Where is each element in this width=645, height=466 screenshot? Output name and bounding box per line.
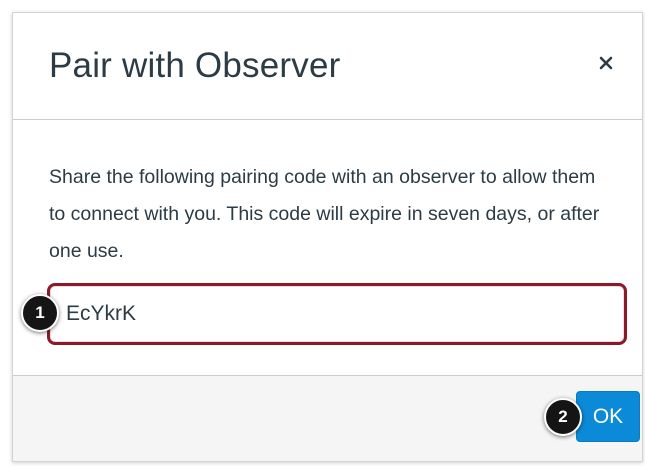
dialog-header: Pair with Observer xyxy=(13,13,642,120)
close-button[interactable] xyxy=(590,47,622,79)
close-icon xyxy=(599,56,613,70)
dialog-body: Share the following pairing code with an… xyxy=(13,120,642,378)
pairing-code-description: Share the following pairing code with an… xyxy=(49,166,600,262)
callout-badge-1: 1 xyxy=(21,294,59,332)
ok-button[interactable]: OK xyxy=(576,391,640,442)
pair-with-observer-dialog: Pair with Observer Share the following p… xyxy=(12,12,643,462)
dialog-title: Pair with Observer xyxy=(49,46,341,85)
pairing-code-field[interactable] xyxy=(47,283,627,345)
callout-badge-2: 2 xyxy=(544,398,582,436)
